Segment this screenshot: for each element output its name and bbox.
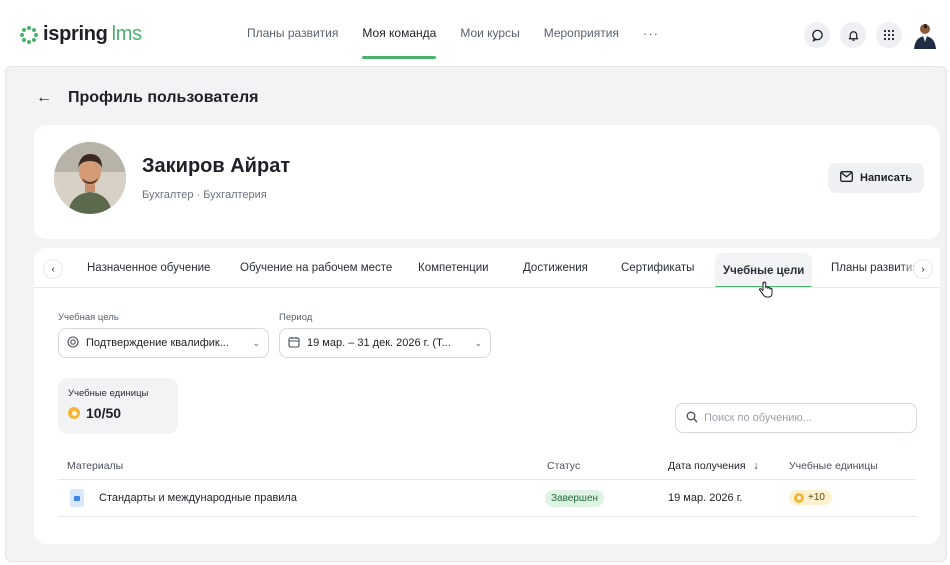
page-header: ← Профиль пользователя	[36, 89, 258, 107]
units-count: 10/50	[86, 405, 122, 421]
chevron-down-icon: ⌄	[474, 337, 482, 348]
calendar-icon	[288, 336, 300, 351]
nav-item-my-courses[interactable]: Мои курсы	[460, 0, 519, 66]
tabs-scroll-left-icon[interactable]: ‹	[44, 260, 62, 278]
logo-product: lms	[111, 23, 143, 45]
tab-assigned-learning[interactable]: Назначенное обучение	[87, 248, 210, 287]
target-icon	[67, 335, 79, 351]
bell-icon[interactable]	[840, 22, 866, 48]
units-badge: +10	[789, 490, 832, 505]
main-nav: Планы развития Моя команда Мои курсы Мер…	[247, 0, 683, 66]
coin-icon	[794, 492, 804, 503]
chevron-down-icon: ⌄	[252, 337, 260, 348]
logo-text: ispring lms	[43, 23, 142, 46]
column-date-label: Дата получения	[668, 460, 746, 472]
period-filter-label: Период	[279, 312, 313, 323]
column-date-received[interactable]: Дата получения ↓	[668, 460, 759, 472]
ispring-lms-logo[interactable]: ispring lms	[20, 23, 142, 46]
write-button-label: Написать	[860, 172, 912, 184]
column-learning-units[interactable]: Учебные единицы	[789, 460, 878, 472]
goal-filter-label: Учебная цель	[58, 312, 119, 323]
nav-item-my-team[interactable]: Моя команда	[362, 0, 436, 66]
user-avatar[interactable]	[912, 21, 938, 49]
material-title[interactable]: Стандарты и международные правила	[99, 492, 297, 504]
hand-cursor-icon	[758, 281, 774, 304]
table-header: Материалы Статус Дата получения ↓ Учебны…	[58, 452, 916, 480]
profile-tabs: ‹ Назначенное обучение Обучение на рабоч…	[34, 248, 940, 288]
units-label: Учебные единицы	[68, 388, 149, 399]
units-earned: +10	[808, 492, 825, 503]
date-received: 19 мар. 2026 г.	[668, 492, 743, 504]
page-title: Профиль пользователя	[68, 89, 259, 106]
profile-avatar	[54, 142, 126, 214]
tab-on-the-job-training[interactable]: Обучение на рабочем месте	[240, 248, 392, 287]
column-materials[interactable]: Материалы	[67, 460, 123, 472]
mail-icon	[840, 171, 853, 185]
learning-units-summary: Учебные единицы 10/50	[58, 378, 178, 434]
tab-competencies[interactable]: Компетенции	[418, 248, 489, 287]
write-message-button[interactable]: Написать	[828, 163, 924, 193]
column-status[interactable]: Статус	[547, 460, 580, 472]
tabs-scroll-right-icon[interactable]: ›	[914, 260, 932, 278]
chat-icon[interactable]	[804, 22, 830, 48]
apps-grid-icon[interactable]	[876, 22, 902, 48]
page-content: ← Профиль пользователя Закиров Айрат Бух…	[5, 66, 947, 562]
goal-select[interactable]: Подтверждение квалифик... ⌄	[58, 328, 269, 358]
period-select-value: 19 мар. – 31 дек. 2026 г. (Т...	[307, 337, 451, 349]
learning-goals-card: ‹ Назначенное обучение Обучение на рабоч…	[34, 248, 940, 544]
profile-card: Закиров Айрат Бухгалтер · Бухгалтерия На…	[34, 125, 940, 239]
tab-certificates[interactable]: Сертификаты	[621, 248, 694, 287]
search-input[interactable]: Поиск по обучению...	[675, 403, 917, 433]
sort-arrow-down-icon: ↓	[753, 460, 759, 472]
logo-asterisk-icon	[20, 25, 38, 44]
coin-icon	[68, 407, 80, 419]
nav-item-events[interactable]: Мероприятия	[544, 0, 619, 66]
table-row[interactable]: Стандарты и международные правила Заверш…	[58, 481, 916, 517]
search-placeholder: Поиск по обучению...	[704, 412, 812, 424]
status-badge: Завершен	[545, 490, 605, 507]
profile-position: Бухгалтер · Бухгалтерия	[142, 189, 267, 201]
units-value: 10/50	[68, 405, 121, 421]
document-icon	[70, 489, 84, 507]
profile-name: Закиров Айрат	[142, 155, 291, 177]
goal-select-value: Подтверждение квалифик...	[86, 337, 229, 349]
nav-more-button[interactable]: ···	[643, 0, 659, 66]
nav-item-development-plans[interactable]: Планы развития	[247, 0, 338, 66]
search-icon	[686, 411, 698, 426]
tab-achievements[interactable]: Достижения	[523, 248, 588, 287]
period-select[interactable]: 19 мар. – 31 дек. 2026 г. (Т... ⌄	[279, 328, 491, 358]
top-navigation-bar: ispring lms Планы развития Моя команда Мо…	[0, 0, 950, 66]
arrow-left-icon[interactable]: ←	[36, 89, 52, 107]
logo-brand: ispring	[43, 23, 108, 45]
top-actions	[804, 21, 938, 49]
